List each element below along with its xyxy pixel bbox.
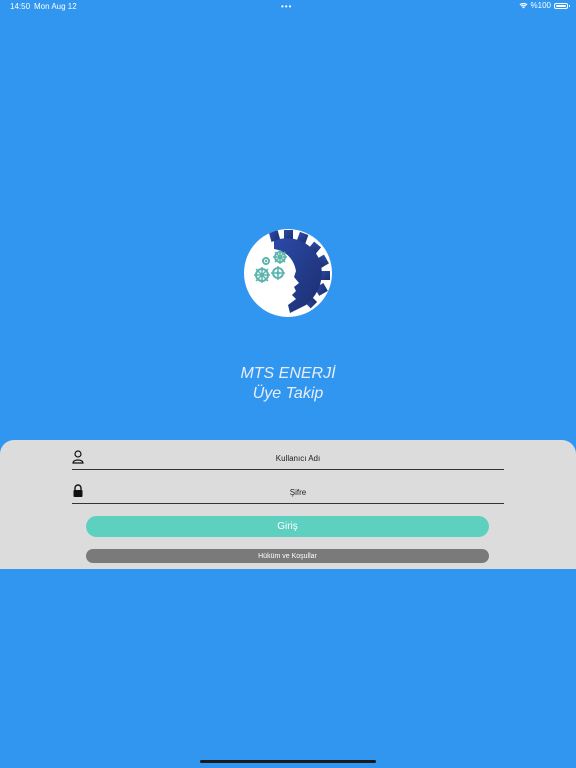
password-field [72, 481, 504, 504]
password-input[interactable] [92, 481, 504, 504]
username-field [72, 447, 504, 470]
login-button[interactable]: Giriş [86, 516, 489, 537]
app-logo [244, 229, 332, 317]
app-title: MTS ENERJİ [240, 365, 336, 382]
app-subtitle: Üye Takip [252, 385, 324, 402]
status-date: Mon Aug 12 [34, 2, 77, 11]
battery-percent: %100 [530, 1, 551, 10]
multitasking-dots[interactable]: ••• [281, 2, 292, 11]
status-indicators: %100 [519, 1, 570, 10]
user-icon [72, 450, 84, 464]
terms-button[interactable]: Hüküm ve Koşullar [86, 549, 489, 563]
status-bar: 14:50 Mon Aug 12 ••• %100 [0, 0, 576, 14]
lock-icon [73, 484, 83, 497]
battery-icon [554, 2, 570, 9]
username-input[interactable] [92, 447, 504, 470]
login-screen: 14:50 Mon Aug 12 ••• %100 MTS ENERJİ Üye… [0, 0, 576, 768]
gear-head-logo [254, 229, 330, 313]
home-indicator[interactable] [200, 760, 376, 763]
wifi-icon [519, 2, 528, 9]
status-time: 14:50 [10, 2, 31, 11]
